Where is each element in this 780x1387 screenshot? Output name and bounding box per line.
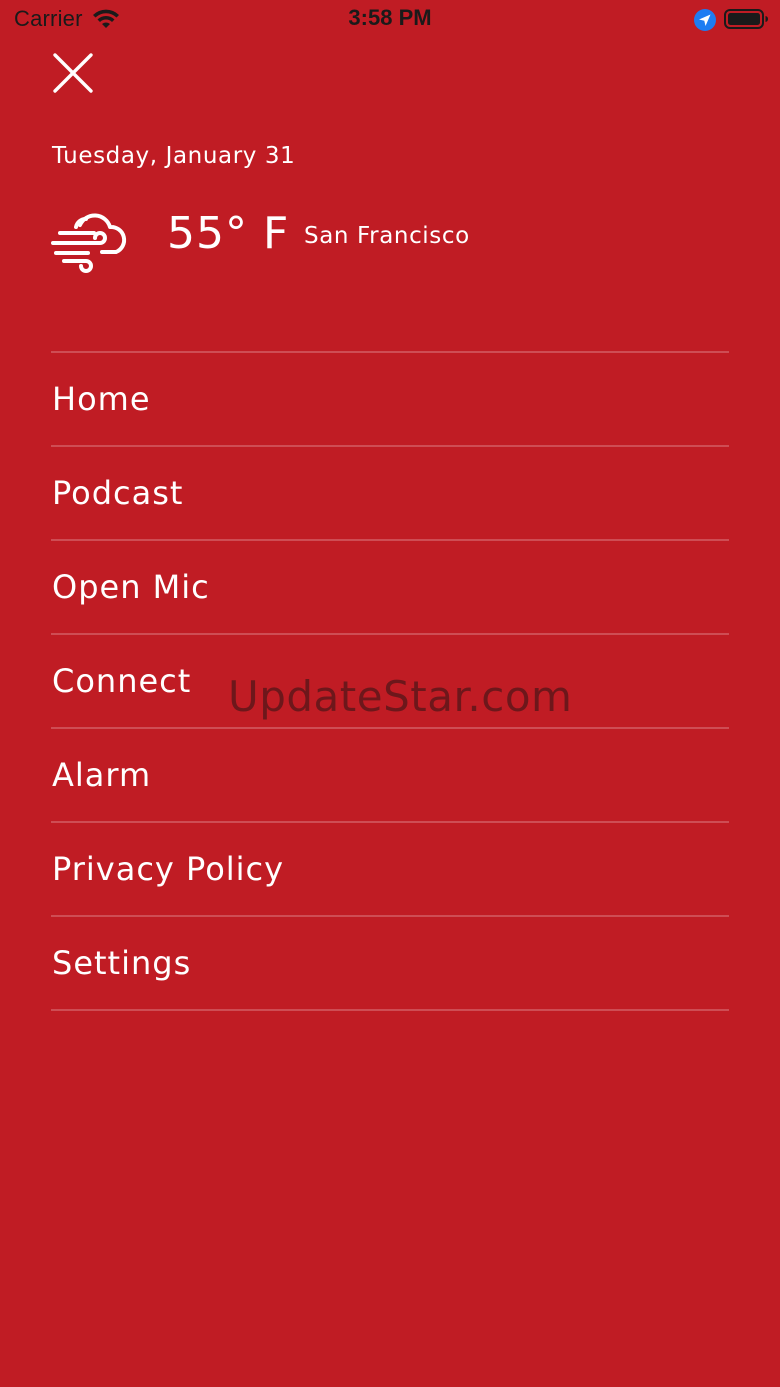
location-arrow-icon xyxy=(693,8,717,32)
menu-item-privacy-policy[interactable]: Privacy Policy xyxy=(51,823,729,915)
temperature: 55° F xyxy=(167,208,290,259)
menu-item-settings[interactable]: Settings xyxy=(51,917,729,1009)
city-name: San Francisco xyxy=(304,223,470,249)
close-button[interactable] xyxy=(50,50,96,96)
watermark: UpdateStar.com xyxy=(228,672,573,721)
close-icon xyxy=(53,53,93,93)
menu-item-home[interactable]: Home xyxy=(51,353,729,445)
menu-item-podcast[interactable]: Podcast xyxy=(51,447,729,539)
windy-cloud-icon xyxy=(50,205,130,275)
status-bar: Carrier 3:58 PM xyxy=(0,0,780,40)
battery-icon xyxy=(724,8,770,30)
status-time: 3:58 PM xyxy=(348,5,432,30)
current-date: Tuesday, January 31 xyxy=(52,143,296,169)
side-menu-screen: Carrier 3:58 PM Tuesday, January 31 55° … xyxy=(0,0,780,1387)
menu-item-open-mic[interactable]: Open Mic xyxy=(51,541,729,633)
menu-divider xyxy=(51,1009,729,1011)
menu-item-alarm[interactable]: Alarm xyxy=(51,729,729,821)
